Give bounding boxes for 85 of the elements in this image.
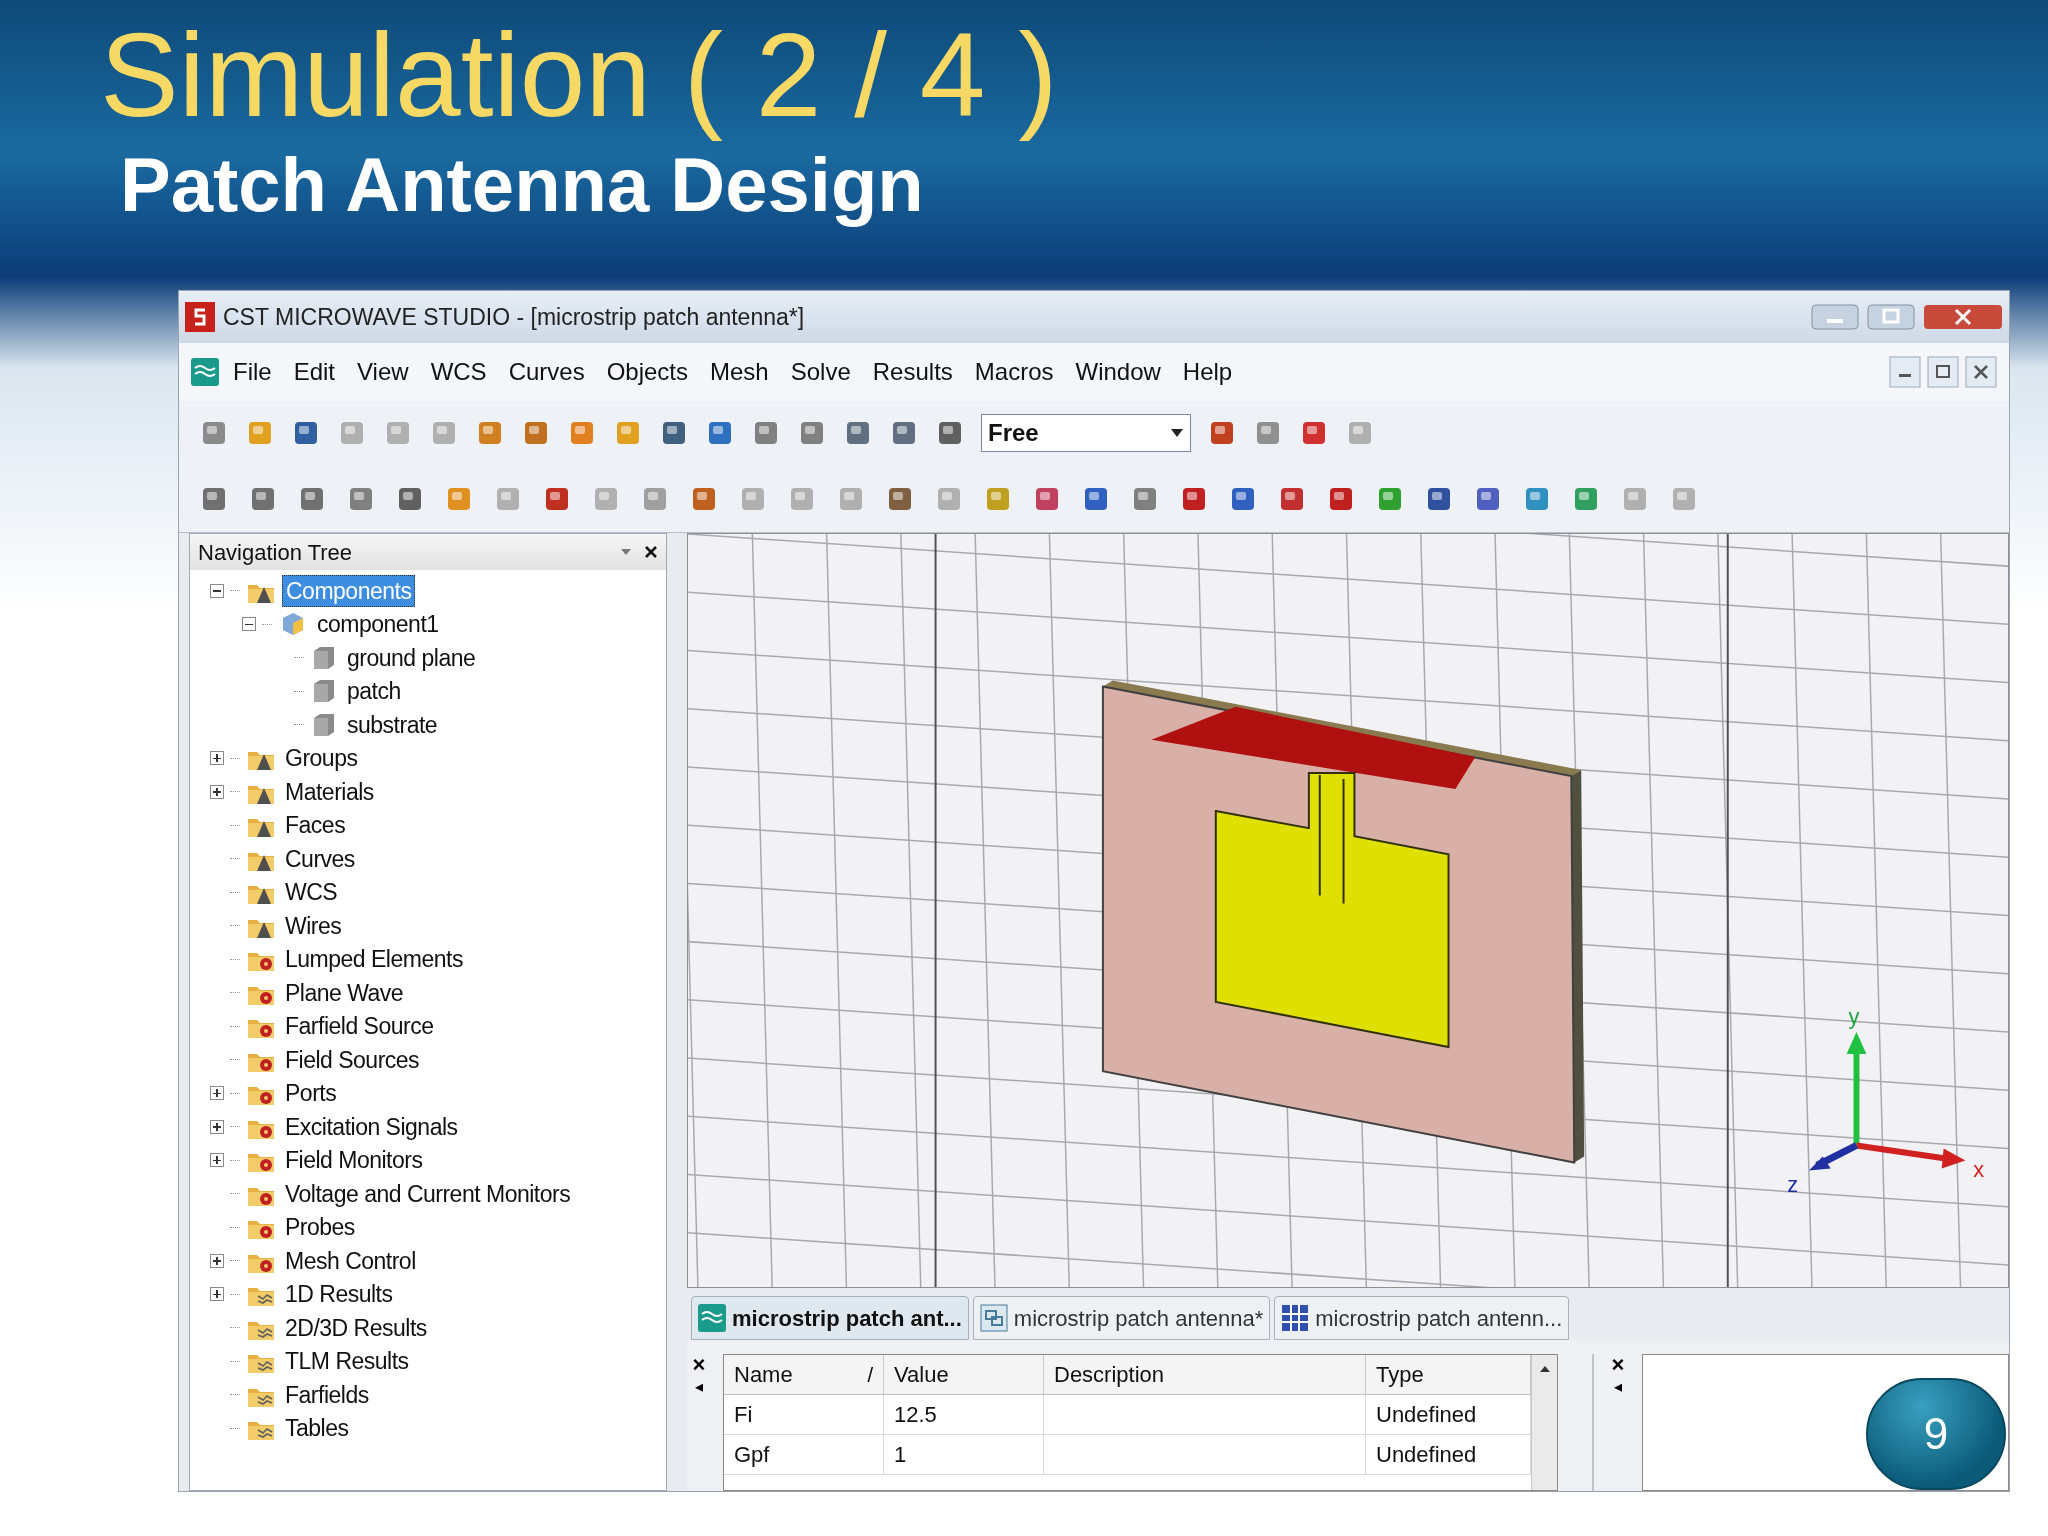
- app-logo-icon: [185, 302, 215, 332]
- expand-toggle[interactable]: [210, 1253, 224, 1268]
- tree-item[interactable]: Field Sources: [282, 1044, 423, 1075]
- menu-item[interactable]: WCS: [422, 354, 495, 390]
- tree-item[interactable]: Wires: [282, 910, 345, 941]
- maximize-icon[interactable]: [1867, 304, 1915, 330]
- expand-toggle[interactable]: [210, 784, 224, 799]
- tree-item[interactable]: 2D/3D Results: [282, 1312, 430, 1343]
- tree-item[interactable]: component1: [314, 609, 442, 640]
- close-icon[interactable]: [1965, 356, 1997, 388]
- column-header[interactable]: Type: [1376, 1358, 1424, 1391]
- tree-item[interactable]: Groups: [282, 743, 361, 774]
- window-title: CST MICROWAVE STUDIO - [microstrip patch antenna*]: [223, 302, 805, 332]
- expand-toggle[interactable]: [210, 1287, 224, 1302]
- tree-item[interactable]: patch: [344, 676, 404, 707]
- table-cell-text: Undefined: [1376, 1441, 1477, 1469]
- mode-dropdown[interactable]: Free: [981, 414, 1191, 452]
- tree-item[interactable]: 1D Results: [282, 1279, 396, 1310]
- tree-item[interactable]: Mesh Control: [282, 1245, 419, 1276]
- column-header[interactable]: Value: [894, 1358, 949, 1391]
- slide-subtitle: Patch Antenna Design: [119, 141, 925, 229]
- document-tab[interactable]: microstrip patch ant...: [691, 1296, 969, 1340]
- tree-item[interactable]: ground plane: [344, 642, 479, 673]
- close-button[interactable]: ×: [692, 1354, 706, 1376]
- tree-item[interactable]: Voltage and Current Monitors: [282, 1178, 574, 1209]
- wave-icon: [191, 358, 219, 386]
- table-cell-text: 1: [894, 1441, 907, 1469]
- axis-triad-drawing: x y z: [1787, 1003, 1985, 1197]
- menu-item[interactable]: View: [349, 354, 417, 390]
- tree-item[interactable]: WCS: [282, 877, 341, 908]
- menu-item[interactable]: Macros: [966, 354, 1062, 390]
- close-button[interactable]: ×: [1611, 1354, 1625, 1376]
- scroll-up-icon[interactable]: [1538, 1365, 1551, 1373]
- scrollbar[interactable]: [1531, 1355, 1557, 1490]
- restore-icon[interactable]: [1927, 356, 1959, 388]
- caret-icon[interactable]: [620, 548, 632, 556]
- tree-item[interactable]: TLM Results: [282, 1346, 412, 1377]
- tree-item[interactable]: substrate: [344, 709, 441, 740]
- tree-item[interactable]: Farfield Source: [282, 1011, 437, 1042]
- slide-title: Simulation ( 2 / 4 ): [100, 10, 1059, 140]
- caret-icon: [1170, 428, 1184, 438]
- panel-title: Navigation Tree: [198, 538, 354, 567]
- menu-item[interactable]: Solve: [782, 354, 859, 390]
- close-icon[interactable]: [644, 545, 658, 559]
- tree-item[interactable]: Field Monitors: [282, 1145, 426, 1176]
- tree-item[interactable]: Probes: [282, 1212, 358, 1243]
- tree-item[interactable]: Excitation Signals: [282, 1111, 461, 1142]
- column-header[interactable]: Description: [1054, 1358, 1165, 1391]
- minimize-icon[interactable]: [1889, 356, 1921, 388]
- menu-item[interactable]: Objects: [598, 354, 697, 390]
- tree-item[interactable]: Curves: [282, 843, 358, 874]
- menu-item[interactable]: Results: [864, 354, 961, 390]
- table-cell-text: Gpf: [734, 1441, 770, 1469]
- sort-mark: /: [867, 1362, 873, 1388]
- menu-item[interactable]: Help: [1174, 354, 1241, 390]
- tree-item[interactable]: Faces: [282, 810, 349, 841]
- collapse-toggle[interactable]: [242, 617, 256, 632]
- menu-item[interactable]: Window: [1067, 354, 1169, 390]
- menu-item[interactable]: Mesh: [702, 354, 777, 390]
- expand-toggle[interactable]: [210, 1153, 224, 1168]
- column-header[interactable]: Name: [734, 1358, 793, 1391]
- tree-item[interactable]: Tables: [282, 1413, 352, 1444]
- tree-item[interactable]: Materials: [282, 776, 377, 807]
- document-tab[interactable]: microstrip patch antenn...: [1274, 1296, 1570, 1340]
- tree-item[interactable]: Lumped Elements: [282, 944, 466, 975]
- expand-toggle[interactable]: [210, 751, 224, 766]
- wave-icon: [698, 1304, 726, 1332]
- table-cell-text: Fi: [734, 1401, 753, 1429]
- table-cell-text: 12.5: [894, 1401, 937, 1429]
- schematic-icon: [979, 1304, 1008, 1332]
- expand-toggle[interactable]: [210, 1119, 224, 1134]
- pin-button[interactable]: ◂: [1614, 1378, 1622, 1396]
- pin-button[interactable]: ◂: [695, 1378, 703, 1396]
- model-viewport[interactable]: x y z: [688, 534, 2008, 1287]
- menu-item[interactable]: Edit: [285, 354, 344, 390]
- tree-item[interactable]: Plane Wave: [282, 977, 407, 1008]
- menu-item[interactable]: File: [225, 354, 280, 390]
- table-grid-icon: [1281, 1304, 1310, 1332]
- table-cell-text: Undefined: [1376, 1401, 1477, 1429]
- tree-item[interactable]: Ports: [282, 1078, 340, 1109]
- collapse-toggle[interactable]: [210, 583, 224, 598]
- document-tab[interactable]: microstrip patch antenna*: [972, 1296, 1271, 1340]
- expand-toggle[interactable]: [210, 1086, 224, 1101]
- menu-item[interactable]: Curves: [500, 354, 593, 390]
- tree-item[interactable]: Farfields: [282, 1379, 372, 1410]
